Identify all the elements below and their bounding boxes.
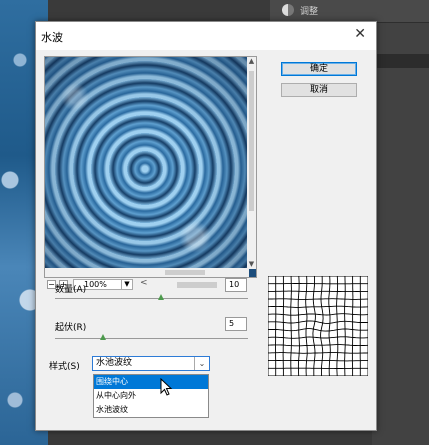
ridges-slider-track[interactable] [55,338,248,339]
cancel-button[interactable]: 取消 [281,83,357,97]
style-option-pond-ripples[interactable]: 水池波纹 [94,403,208,417]
ridges-slider-thumb[interactable] [100,334,106,340]
distortion-grid-preview [268,276,368,376]
preview-vertical-scrollbar[interactable]: ▲ ▼ [247,57,256,269]
amount-slider-track[interactable] [55,298,248,299]
ridges-label: 起伏(R) [55,323,87,333]
ridges-input[interactable]: 5 [225,317,247,331]
adjustments-icon [282,4,294,16]
background-panel-strip [372,54,429,68]
style-selected-value: 水池波纹 [96,358,133,368]
style-dropdown: 围绕中心 从中心向外 水池波纹 [93,374,209,418]
style-label: 样式(S) [49,362,80,372]
preview-image[interactable] [45,57,248,269]
dialog-title: 水波 [41,31,63,44]
filter-preview[interactable]: ▲ ▼ [44,56,257,278]
dialog-titlebar: 水波 ✕ [36,22,376,50]
chevron-down-icon[interactable]: ▼ [121,280,132,289]
scroll-left-icon[interactable]: < [140,278,148,288]
ok-button[interactable]: 确定 [281,62,357,76]
chevron-down-icon[interactable]: ⌄ [194,357,209,370]
amount-input[interactable]: 10 [225,278,247,292]
adjustments-panel-tab[interactable]: 调整 [270,0,429,23]
close-icon[interactable]: ✕ [354,27,366,41]
amount-label: 数量(A) [55,285,87,295]
horizontal-scroll-thumb[interactable] [165,270,205,275]
zoom-level-value: 100% [84,280,107,289]
amount-slider-thumb[interactable] [158,294,164,300]
preview-horizontal-scrollbar[interactable] [45,268,249,277]
scroll-up-icon[interactable]: ▲ [247,57,256,66]
preview-pan-thumb[interactable] [177,282,217,288]
style-option-around-center[interactable]: 围绕中心 [94,375,208,389]
ripple-dialog: 水波 ✕ ▲ ▼ − + 100% ▼ < 确定 取消 数量(A) 10 起伏(… [35,21,377,431]
style-option-out-from-center[interactable]: 从中心向外 [94,389,208,403]
vertical-scroll-thumb[interactable] [249,71,254,211]
grid-line [268,359,368,362]
style-select[interactable]: 水池波纹 ⌄ [92,356,210,371]
adjustments-label: 调整 [300,7,319,17]
mouse-cursor-icon [160,378,173,396]
